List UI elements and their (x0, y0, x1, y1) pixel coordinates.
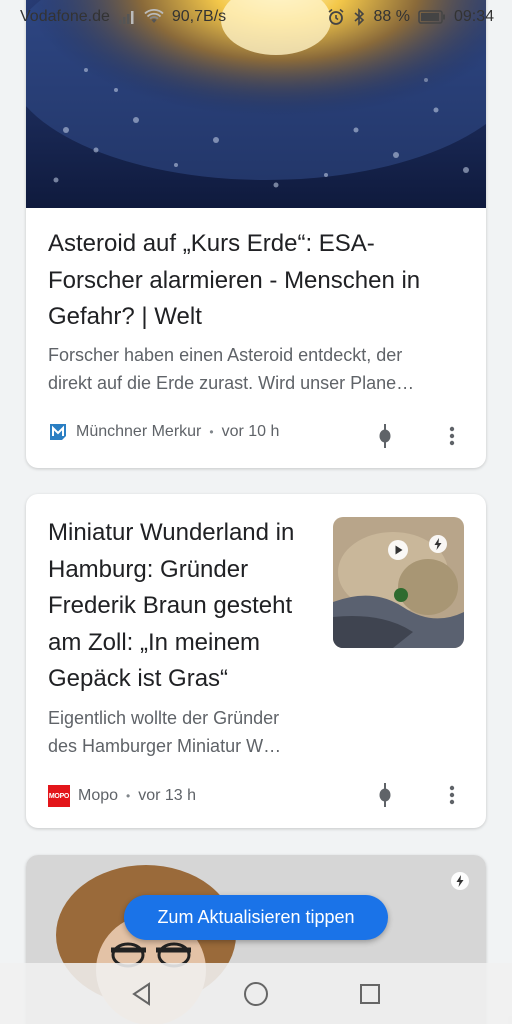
carrier-name: Vodafone.de (20, 8, 110, 25)
more-options-icon[interactable] (440, 783, 464, 807)
bluetooth-icon (353, 8, 365, 26)
play-video-icon[interactable] (387, 539, 409, 566)
card-title[interactable]: Miniatur Wunderland in Hamburg: Gründer … (48, 515, 328, 698)
snippet-line-2: direkt auf die Erde zurast. Wird unser P… (48, 373, 415, 393)
alarm-icon (327, 8, 345, 26)
meta-separator: • (209, 425, 214, 439)
status-bar: Vodafone.de 90,7B/s 88 % 09:34 (0, 0, 512, 34)
follow-story-icon[interactable] (373, 424, 397, 448)
news-feed-screen: Vodafone.de 90,7B/s 88 % 09:34 Asteroid … (0, 0, 512, 1024)
source-name: Mopo (78, 787, 119, 804)
snippet-line-1: Eigentlich wollte der Gründer (48, 708, 280, 728)
mopo-logo-icon: MOPO (48, 785, 70, 807)
amp-lightning-icon (428, 534, 448, 559)
source-name: Münchner Merkur (76, 423, 202, 440)
follow-story-icon[interactable] (373, 783, 397, 807)
back-icon[interactable] (125, 977, 159, 1011)
recent-apps-icon[interactable] (353, 977, 387, 1011)
card-meta: Münchner Merkur • vor 10 h (48, 422, 279, 442)
battery-percent: 88 % (373, 8, 410, 25)
publish-time: vor 10 h (221, 423, 280, 440)
merkur-logo-icon (48, 422, 68, 442)
publish-time: vor 13 h (138, 787, 197, 804)
article-thumbnail[interactable] (333, 517, 464, 648)
amp-lightning-icon (450, 871, 470, 896)
refresh-button[interactable]: Zum Aktualisieren tippen (124, 895, 388, 940)
card-title[interactable]: Asteroid auf „Kurs Erde“: ESA-Forscher a… (48, 226, 468, 336)
news-card-wunderland[interactable]: Miniatur Wunderland in Hamburg: Gründer … (26, 494, 486, 828)
more-options-icon[interactable] (440, 424, 464, 448)
card-snippet: Eigentlich wollte der Gründer des Hambur… (48, 704, 328, 760)
home-icon[interactable] (239, 977, 273, 1011)
card-snippet: Forscher haben einen Asteroid entdeckt, … (48, 341, 468, 397)
snippet-line-1: Forscher haben einen Asteroid entdeckt, … (48, 345, 403, 365)
signal-icon (118, 10, 136, 24)
battery-icon (418, 10, 446, 24)
clock: 09:34 (453, 8, 494, 25)
status-left: Vodafone.de 90,7B/s (20, 8, 226, 26)
card-meta: MOPO Mopo • vor 13 h (48, 785, 196, 807)
news-card-asteroid[interactable]: Asteroid auf „Kurs Erde“: ESA-Forscher a… (26, 0, 486, 468)
navigation-bar (0, 963, 512, 1024)
network-speed: 90,7B/s (171, 8, 227, 25)
meta-separator: • (126, 789, 131, 803)
wifi-icon (144, 9, 164, 25)
snippet-line-2: des Hamburger Miniatur W… (48, 736, 282, 756)
status-right: 88 % 09:34 (327, 8, 494, 26)
